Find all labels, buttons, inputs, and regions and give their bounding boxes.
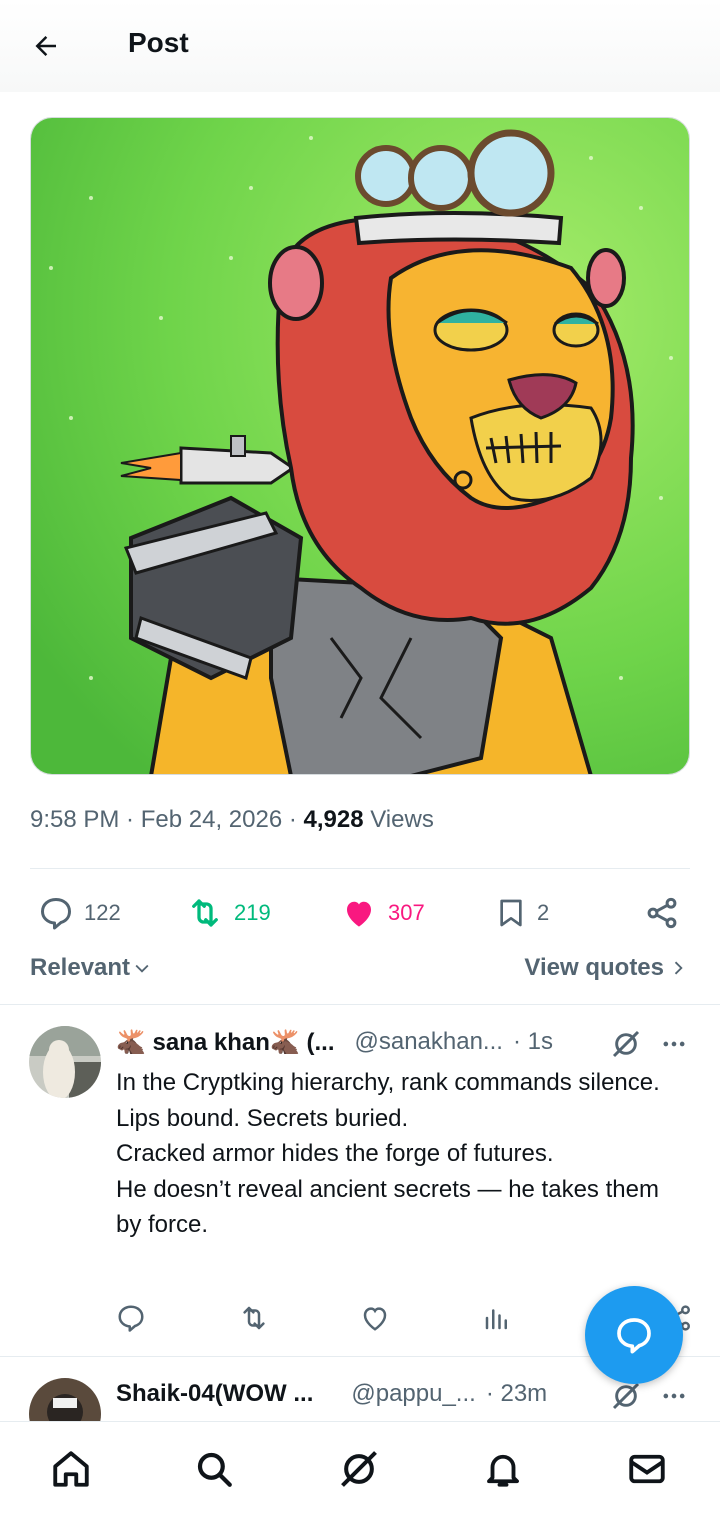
reply-author-name[interactable]: 🫎 sana khan🫎 (... [116, 1028, 334, 1057]
sort-dropdown[interactable]: Relevant [30, 954, 152, 982]
arrow-left-icon [35, 36, 56, 56]
chevron-right-icon [674, 961, 683, 975]
reply-text: In the Cryptking hierarchy, rank command… [116, 1065, 686, 1243]
reply-timestamp[interactable]: · 23m [486, 1380, 547, 1408]
speech-bubble-icon [41, 898, 71, 930]
nav-messages[interactable] [624, 1446, 670, 1492]
bookmark-icon [500, 899, 522, 927]
post-time: 9:58 PM [30, 806, 120, 833]
nav-home[interactable] [48, 1446, 94, 1492]
reply-text-line: Lips bound. Secrets buried. [116, 1104, 409, 1132]
bookmark-count: 2 [537, 900, 550, 925]
reply-count: 122 [84, 900, 121, 925]
like-stat-button[interactable]: 307 [340, 892, 425, 934]
reply-header: 🫎 sana khan🫎 (... @sanakhan... · 1s [116, 1024, 690, 1060]
post-date: Feb 24, 2026 [140, 806, 283, 833]
repost-stat-button[interactable]: 219 [186, 892, 271, 934]
compose-reply-button[interactable] [585, 1286, 683, 1384]
nav-grok[interactable] [336, 1446, 382, 1492]
bell-icon [487, 1454, 519, 1487]
repost-icon [192, 899, 218, 927]
repost-button[interactable] [236, 1300, 272, 1336]
heart-icon [347, 901, 371, 927]
reply-timestamp[interactable]: · 1s [513, 1028, 553, 1056]
speech-bubble-icon [617, 1318, 651, 1354]
divider [30, 868, 690, 869]
grok-button[interactable] [608, 1026, 644, 1062]
bookmark-stat-button[interactable]: 2 [495, 892, 549, 934]
nav-search[interactable] [191, 1446, 237, 1492]
more-options-button[interactable] [656, 1378, 692, 1414]
share-icon [647, 897, 677, 929]
more-icon [663, 1041, 685, 1047]
page-title: Post [128, 27, 189, 58]
search-icon [197, 1452, 232, 1487]
view-quotes-label: View quotes [524, 954, 664, 981]
share-button[interactable] [644, 892, 690, 934]
more-options-button[interactable] [656, 1026, 692, 1062]
like-button[interactable] [357, 1300, 393, 1336]
sort-label: Relevant [30, 954, 131, 981]
analytics-icon [485, 1309, 507, 1330]
more-icon [663, 1393, 685, 1399]
bottom-nav [0, 1421, 720, 1514]
avatar[interactable] [29, 1026, 101, 1098]
views-label: Views [370, 806, 434, 833]
mail-icon [629, 1454, 665, 1484]
grok-icon [612, 1030, 640, 1058]
repost-count: 219 [234, 900, 271, 925]
reply-stat-button[interactable]: 122 [38, 892, 121, 934]
reply-text-line: In the Cryptking hierarchy, rank command… [116, 1069, 660, 1096]
avatar[interactable] [29, 1378, 101, 1421]
like-count: 307 [388, 900, 425, 925]
reply-author-handle[interactable]: @sanakhan... [354, 1028, 502, 1056]
heart-icon [363, 1307, 387, 1331]
reply-author-name[interactable]: Shaik-04(WOW ... [116, 1380, 313, 1408]
view-count: 4,928 [303, 806, 364, 833]
chevron-down-icon [135, 964, 149, 973]
post-image[interactable] [30, 117, 690, 775]
reply-header: Shaik-04(WOW ... @pappu_... · 23m [116, 1376, 690, 1412]
reply-button[interactable] [113, 1300, 149, 1336]
post-timestamp: 9:58 PM · Feb 24, 2026 · 4,928 Views [30, 806, 434, 833]
speech-bubble-icon [118, 1305, 144, 1332]
views-button[interactable] [479, 1300, 515, 1336]
reply-text-line: He doesn’t reveal ancient secrets — he t… [116, 1175, 659, 1239]
home-icon [53, 1451, 89, 1487]
top-bar: Post [0, 0, 720, 92]
repost-icon [243, 1306, 265, 1330]
reply-author-handle[interactable]: @pappu_... [351, 1380, 475, 1408]
grok-icon [612, 1382, 640, 1410]
view-quotes-link[interactable]: View quotes [524, 954, 688, 982]
grok-icon [341, 1451, 377, 1487]
reply-text-line: Cracked armor hides the forge of futures… [116, 1140, 554, 1167]
nav-notifications[interactable] [480, 1446, 526, 1492]
back-button[interactable] [26, 26, 66, 66]
